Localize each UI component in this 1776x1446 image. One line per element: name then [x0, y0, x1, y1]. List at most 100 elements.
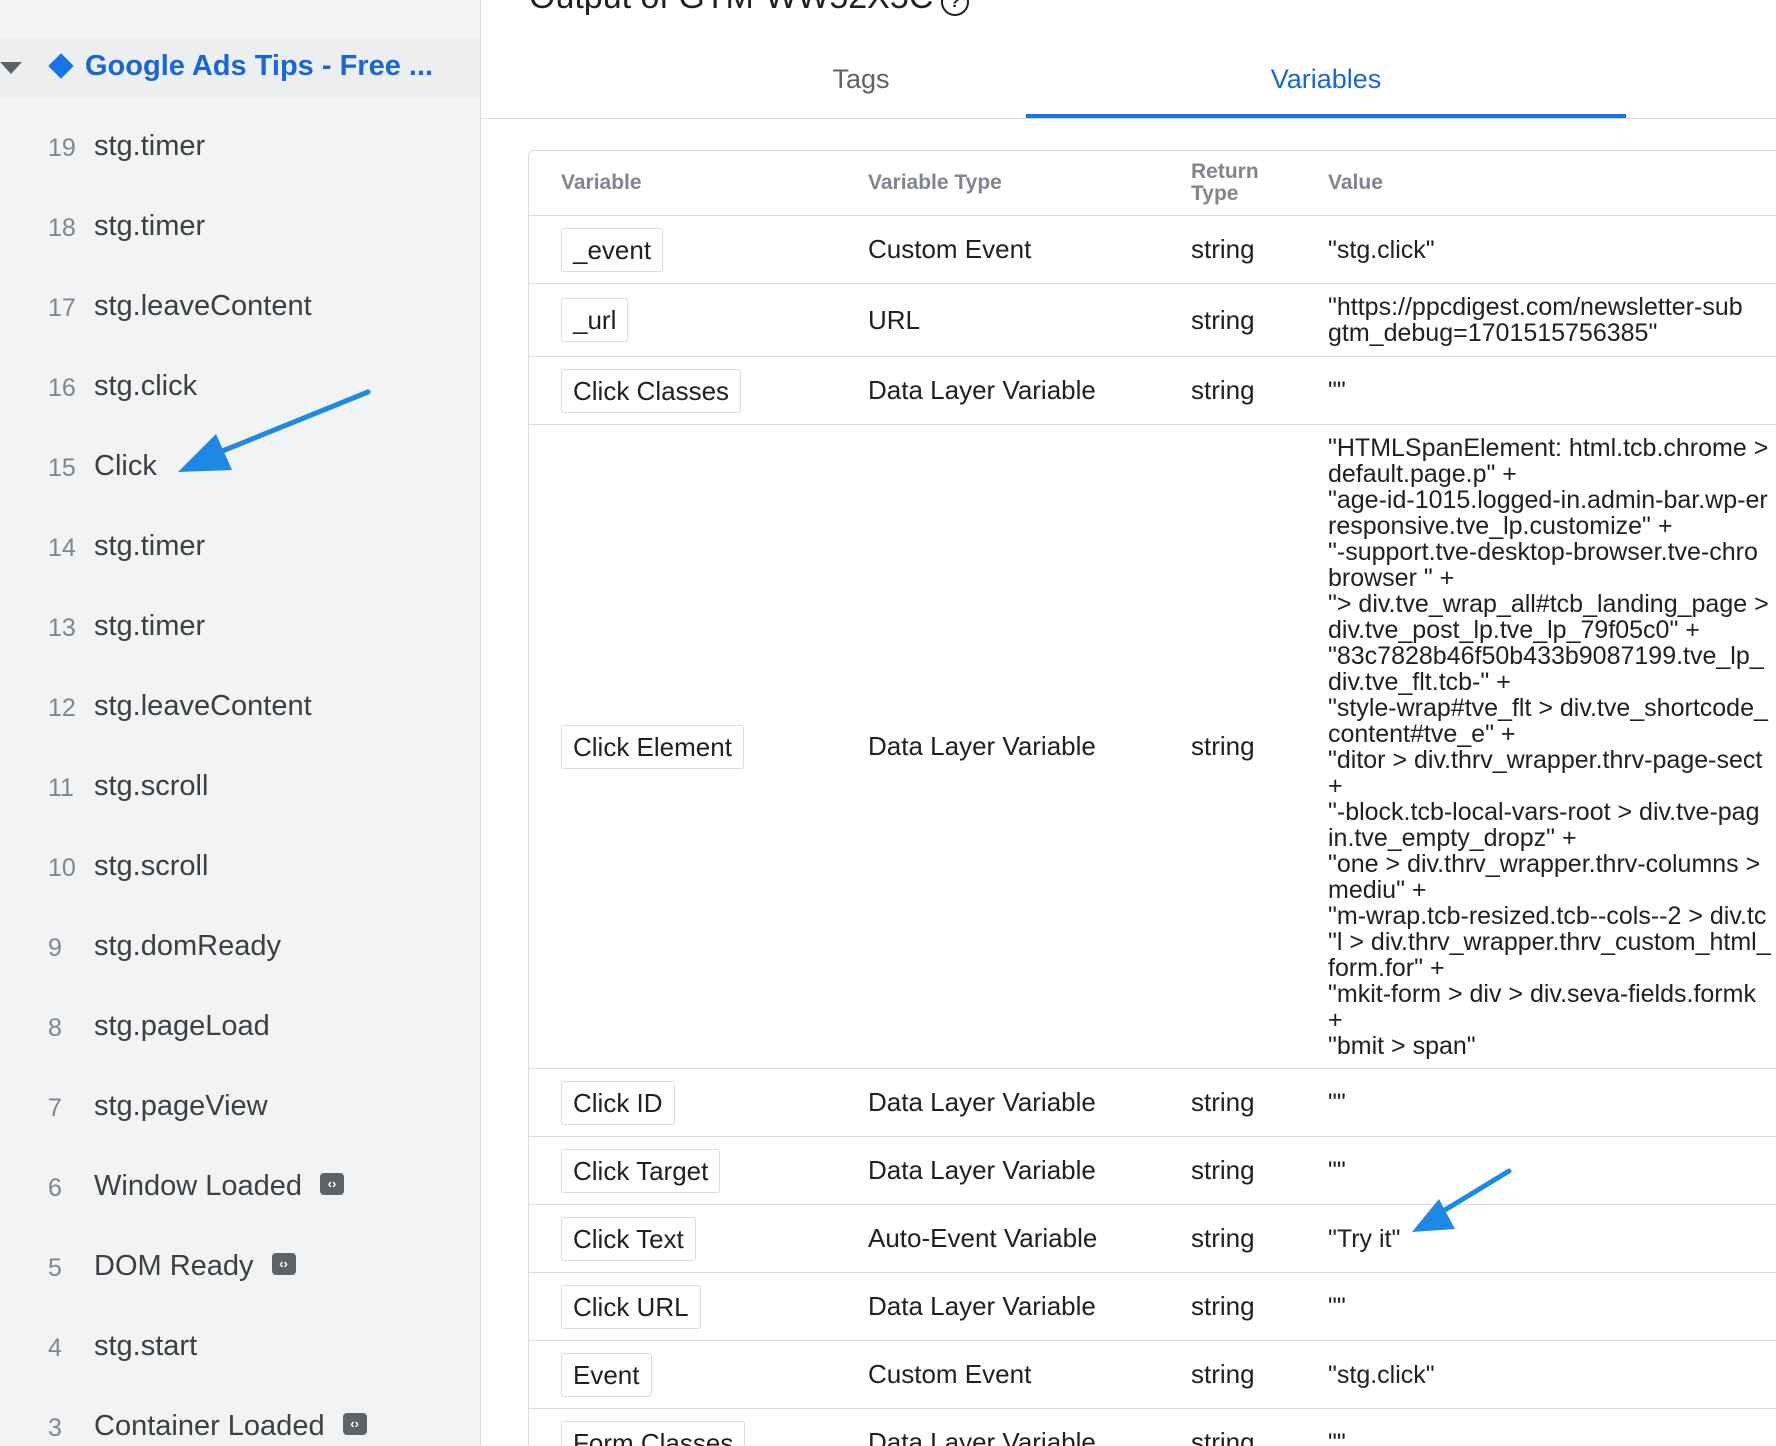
event-label: stg.timer [94, 530, 205, 563]
table-row: _url URL string "https://ppcdigest.com/news… [529, 283, 1776, 357]
table-row: Click Classes Data Layer Variable string "" [529, 356, 1776, 425]
variable-type-cell: Data Layer Variable [868, 356, 1191, 425]
variable-name-chip[interactable]: Form Classes [561, 1420, 746, 1446]
value-text: "Try it" [1328, 1224, 1401, 1253]
event-label-text: stg.leaveContent [94, 690, 312, 722]
sidebar-item-event[interactable]: 5 DOM Ready ‹› [0, 1240, 480, 1300]
value-cell: "" [1328, 1272, 1776, 1341]
value-text: "stg.click" [1328, 1360, 1435, 1389]
event-label-text: Window Loaded [94, 1170, 302, 1202]
sidebar-item-event[interactable]: 18 stg.timer [0, 200, 480, 260]
variables-table: Variable Variable Type Return Type Value… [528, 150, 1776, 1446]
event-label-text: stg.timer [94, 210, 206, 242]
variable-type-cell: Data Layer Variable [868, 1408, 1191, 1446]
sidebar-item-event[interactable]: 7 stg.pageView [0, 1080, 480, 1140]
code-badge-icon: ‹› [319, 1173, 344, 1196]
sidebar-item-event[interactable]: 11 stg.scroll [0, 760, 480, 820]
event-label-text: stg.leaveContent [94, 290, 312, 322]
event-number: 12 [48, 694, 76, 722]
event-label-text: Click [94, 450, 157, 482]
value-cell: "https://ppcdigest.com/newsletter-sub gt… [1328, 283, 1776, 357]
variable-type-cell: Data Layer Variable [868, 424, 1191, 1069]
event-label: stg.leaveContent [94, 290, 312, 323]
variable-name-chip[interactable]: Click Target [561, 1148, 721, 1193]
event-label-text: stg.domReady [94, 930, 281, 962]
table-row: Click Target Data Layer Variable string "" [529, 1136, 1776, 1205]
event-label: Container Loaded ‹› [94, 1410, 367, 1443]
value-text: "" [1328, 1428, 1346, 1446]
sidebar-item-event[interactable]: 3 Container Loaded ‹› [0, 1400, 480, 1446]
variable-name-chip[interactable]: _url [561, 298, 629, 342]
variable-name-chip[interactable]: Click Classes [561, 368, 742, 413]
variable-cell: _event [529, 215, 868, 284]
variable-name-chip[interactable]: Event [561, 1352, 652, 1397]
sidebar-item-event[interactable]: 15 Click [0, 440, 480, 500]
variable-cell: Click ID [529, 1068, 868, 1137]
variable-type-cell: URL [868, 283, 1191, 357]
code-badge-icon: ‹› [271, 1253, 296, 1276]
value-text: "HTMLSpanElement: html.tcb.chrome > defa… [1328, 433, 1771, 1060]
variable-type-cell: Data Layer Variable [868, 1136, 1191, 1205]
event-label: stg.domReady [94, 930, 281, 963]
table-row: _event Custom Event string "stg.click" [529, 215, 1776, 284]
return-type-cell: string [1191, 1068, 1328, 1137]
variable-cell: Click Element [529, 424, 868, 1069]
event-label-text: stg.timer [94, 530, 206, 562]
help-circle-icon[interactable]: ? [941, 0, 969, 16]
variable-name-chip[interactable]: Click ID [561, 1080, 675, 1125]
event-label: Click [94, 450, 157, 483]
event-label-text: stg.scroll [94, 770, 209, 802]
variable-type-cell: Auto-Event Variable [868, 1204, 1191, 1273]
value-text: "" [1328, 376, 1346, 405]
event-label: stg.start [94, 1330, 197, 1363]
table-row: Form Classes Data Layer Variable string "" [529, 1408, 1776, 1446]
event-label-text: stg.scroll [94, 850, 209, 882]
sidebar-item-event[interactable]: 17 stg.leaveContent [0, 280, 480, 340]
sidebar-item-event[interactable]: 4 stg.start [0, 1320, 480, 1380]
sidebar-item-event[interactable]: 16 stg.click [0, 360, 480, 420]
variable-name-chip[interactable]: Click Element [561, 724, 744, 769]
tab-bar: Tags Variables [481, 40, 1776, 119]
caret-down-icon[interactable] [0, 62, 22, 74]
variable-name-chip[interactable]: Click Text [561, 1216, 696, 1261]
variable-cell: Click Target [529, 1136, 868, 1205]
variable-cell: Click Text [529, 1204, 868, 1273]
variable-name-chip[interactable]: _event [561, 227, 664, 272]
event-label: stg.timer [94, 610, 205, 643]
column-header-type: Variable Type [868, 151, 1191, 216]
value-text: "stg.click" [1328, 235, 1435, 264]
sidebar-item-event[interactable]: 8 stg.pageLoad [0, 1000, 480, 1060]
event-number: 4 [48, 1334, 62, 1362]
table-row: Click Text Auto-Event Variable string "Try … [529, 1204, 1776, 1273]
variable-cell: Event [529, 1340, 868, 1409]
value-text: "" [1328, 1292, 1346, 1321]
event-number: 8 [48, 1014, 62, 1042]
event-label: Window Loaded ‹› [94, 1170, 344, 1203]
container-title[interactable]: Google Ads Tips - Free ... [85, 50, 433, 83]
variable-name-chip[interactable]: Click URL [561, 1284, 701, 1329]
code-badge-icon: ‹› [342, 1413, 367, 1436]
sidebar-item-event[interactable]: 14 stg.timer [0, 520, 480, 580]
return-type-cell: string [1191, 215, 1328, 284]
column-header-variable: Variable [529, 151, 868, 216]
return-type-cell: string [1191, 1340, 1328, 1409]
event-number: 6 [48, 1174, 62, 1202]
sidebar-item-event[interactable]: 13 stg.timer [0, 600, 480, 660]
return-type-cell: string [1191, 283, 1328, 357]
sidebar-item-event[interactable]: 6 Window Loaded ‹› [0, 1160, 480, 1220]
event-number: 17 [48, 294, 76, 322]
variable-cell: Form Classes [529, 1408, 868, 1446]
event-number: 16 [48, 374, 76, 402]
column-header-return-type: Return Type [1191, 151, 1328, 216]
variable-cell: Click URL [529, 1272, 868, 1341]
sidebar-item-event[interactable]: 9 stg.domReady [0, 920, 480, 980]
event-number: 14 [48, 534, 76, 562]
value-cell: "stg.click" [1328, 215, 1776, 284]
sidebar-item-event[interactable]: 10 stg.scroll [0, 840, 480, 900]
tab-variables[interactable]: Variables [1026, 40, 1626, 118]
sidebar-item-event[interactable]: 12 stg.leaveContent [0, 680, 480, 740]
event-label-text: DOM Ready [94, 1250, 254, 1282]
sidebar-item-event[interactable]: 19 stg.timer [0, 120, 480, 180]
main-panel: Output of GTM-WW52X5C ? Tags Variables V… [481, 0, 1776, 1446]
event-number: 19 [48, 134, 76, 162]
